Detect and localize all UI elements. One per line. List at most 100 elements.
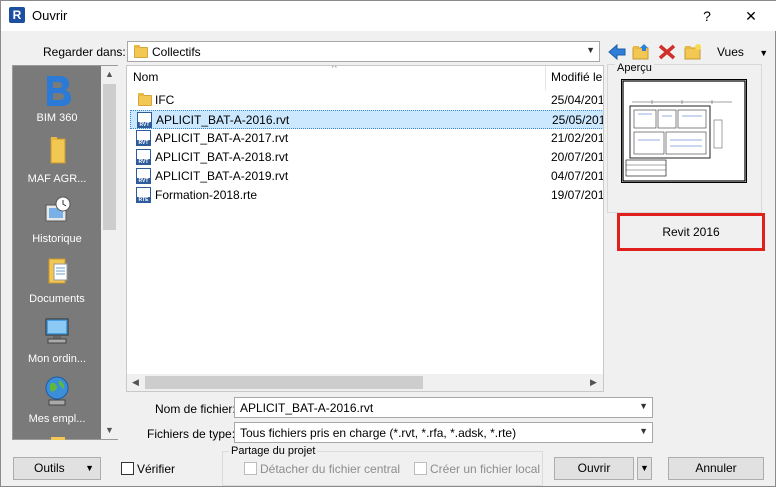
place-history[interactable]: Historique	[13, 195, 101, 245]
verify-label: Vérifier	[137, 462, 176, 476]
filename-label: Nom de fichier:	[155, 402, 236, 416]
close-button[interactable]: ✕	[729, 1, 773, 31]
list-item[interactable]: APLICIT_BAT-A-2018.rvt 20/07/2018	[130, 148, 604, 167]
chevron-down-icon: ▼	[639, 426, 648, 436]
place-label: Documents	[29, 293, 85, 305]
file-name: APLICIT_BAT-A-2017.rvt	[155, 131, 289, 145]
places-scrollbar[interactable]: ▲ ▼	[101, 66, 118, 439]
rvt-file-icon	[136, 130, 151, 146]
computer-icon	[41, 315, 73, 347]
list-item[interactable]: Formation-2018.rte 19/07/2018	[130, 186, 604, 205]
file-date: 04/07/2018	[551, 169, 604, 183]
folder-icon	[41, 434, 73, 440]
place-label: Mes empl...	[28, 413, 86, 425]
bim360-icon	[41, 74, 73, 106]
scroll-down-icon[interactable]: ▼	[101, 422, 118, 439]
column-header-date[interactable]: Modifié le	[545, 66, 603, 90]
preview-label: Aperçu	[615, 62, 654, 74]
tools-button[interactable]: Outils ▼	[13, 457, 101, 480]
folder-icon	[41, 135, 73, 167]
detach-label: Détacher du fichier central	[260, 462, 401, 476]
detach-checkbox[interactable]	[244, 462, 257, 475]
file-date: 19/07/2018	[551, 188, 604, 202]
file-date: 25/05/2017	[552, 113, 603, 127]
scroll-up-icon[interactable]: ▲	[101, 66, 118, 83]
new-folder-button[interactable]	[683, 42, 703, 62]
place-bim360[interactable]: BIM 360	[13, 74, 101, 124]
rvt-file-icon	[136, 168, 151, 184]
revit-version-text: Revit 2016	[662, 225, 720, 239]
filetype-value: Tous fichiers pris en charge (*.rvt, *.r…	[240, 426, 517, 440]
cancel-label: Annuler	[695, 461, 737, 475]
up-folder-button[interactable]	[631, 42, 651, 62]
scroll-left-icon[interactable]: ◀	[127, 374, 144, 391]
place-label: Historique	[32, 233, 82, 245]
places-scroll-thumb[interactable]	[103, 84, 116, 230]
list-item[interactable]: APLICIT_BAT-A-2019.rvt 04/07/2018	[130, 167, 604, 186]
delete-button[interactable]	[657, 42, 677, 62]
folder-icon	[134, 45, 148, 58]
cancel-button[interactable]: Annuler	[668, 457, 764, 480]
filename-input[interactable]: APLICIT_BAT-A-2016.rvt ▼	[234, 397, 653, 418]
open-button[interactable]: Ouvrir	[554, 457, 634, 480]
chevron-down-icon: ▼	[586, 45, 595, 55]
place-more[interactable]	[13, 434, 101, 446]
filelist-horizontal-scrollbar[interactable]: ◀ ▶	[127, 374, 603, 391]
chevron-down-icon: ▼	[640, 463, 649, 473]
places-bar: BIM 360 MAF AGR... Historique Documents …	[12, 65, 118, 440]
file-name: APLICIT_BAT-A-2019.rvt	[155, 169, 289, 183]
column-name-label: Nom	[133, 70, 159, 84]
open-options-button[interactable]: ▼	[637, 457, 652, 480]
place-documents[interactable]: Documents	[13, 255, 101, 305]
place-label: BIM 360	[36, 112, 78, 124]
lookin-combo[interactable]: Collectifs ▼	[127, 41, 600, 62]
list-item[interactable]: IFC 25/04/2017	[130, 91, 604, 110]
place-label: Mon ordin...	[27, 353, 87, 365]
place-computer[interactable]: Mon ordin...	[13, 315, 101, 365]
tools-label: Outils	[34, 461, 65, 475]
open-dialog: R Ouvrir ? ✕ Regarder dans: Collectifs ▼…	[0, 0, 776, 487]
place-network[interactable]: Mes empl...	[13, 375, 101, 425]
help-button[interactable]: ?	[685, 1, 729, 31]
chevron-down-icon: ▼	[85, 463, 94, 473]
delete-icon	[658, 44, 676, 60]
arrow-left-icon	[608, 43, 626, 61]
verify-checkbox[interactable]	[121, 462, 134, 475]
lookin-value: Collectifs	[152, 45, 201, 59]
folder-up-icon	[632, 44, 649, 60]
list-item-selected[interactable]: APLICIT_BAT-A-2016.rvt 25/05/2017	[130, 110, 603, 129]
filelist-scroll-thumb[interactable]	[145, 376, 423, 389]
new-folder-icon	[684, 44, 701, 60]
column-date-label: Modifié le	[551, 70, 603, 84]
project-sharing-label: Partage du projet	[229, 445, 318, 457]
filename-value: APLICIT_BAT-A-2016.rvt	[240, 401, 374, 415]
rvt-file-icon	[136, 149, 151, 165]
filetype-label: Fichiers de type:	[147, 427, 236, 441]
file-name: IFC	[155, 93, 175, 107]
list-item[interactable]: APLICIT_BAT-A-2017.rvt 21/02/2018	[130, 129, 603, 148]
title-bar: R Ouvrir ? ✕	[1, 1, 776, 31]
drawing-thumbnail	[621, 79, 747, 183]
new-local-checkbox[interactable]	[414, 462, 427, 475]
history-icon	[41, 195, 73, 227]
sort-ascending-icon: ^	[332, 65, 337, 74]
documents-icon	[41, 255, 73, 287]
views-label: Vues	[717, 45, 744, 59]
chevron-down-icon: ▼	[639, 401, 648, 411]
file-name: APLICIT_BAT-A-2018.rvt	[155, 150, 289, 164]
revit-version-badge: Revit 2016	[617, 213, 765, 251]
file-name: APLICIT_BAT-A-2016.rvt	[156, 113, 290, 127]
place-maf-agr[interactable]: MAF AGR...	[13, 135, 101, 185]
window-title: Ouvrir	[32, 8, 68, 23]
column-header-name[interactable]: Nom ^	[127, 66, 545, 90]
open-label: Ouvrir	[577, 461, 611, 475]
back-button[interactable]	[607, 42, 627, 62]
file-date: 25/04/2017	[551, 93, 604, 107]
scroll-right-icon[interactable]: ▶	[585, 374, 602, 391]
file-date: 20/07/2018	[551, 150, 604, 164]
views-button[interactable]: Vues ▼	[717, 45, 768, 59]
filetype-select[interactable]: Tous fichiers pris en charge (*.rvt, *.r…	[234, 422, 653, 443]
file-name: Formation-2018.rte	[155, 188, 258, 202]
place-label: MAF AGR...	[27, 173, 87, 185]
new-local-label: Créer un fichier local	[430, 462, 541, 476]
